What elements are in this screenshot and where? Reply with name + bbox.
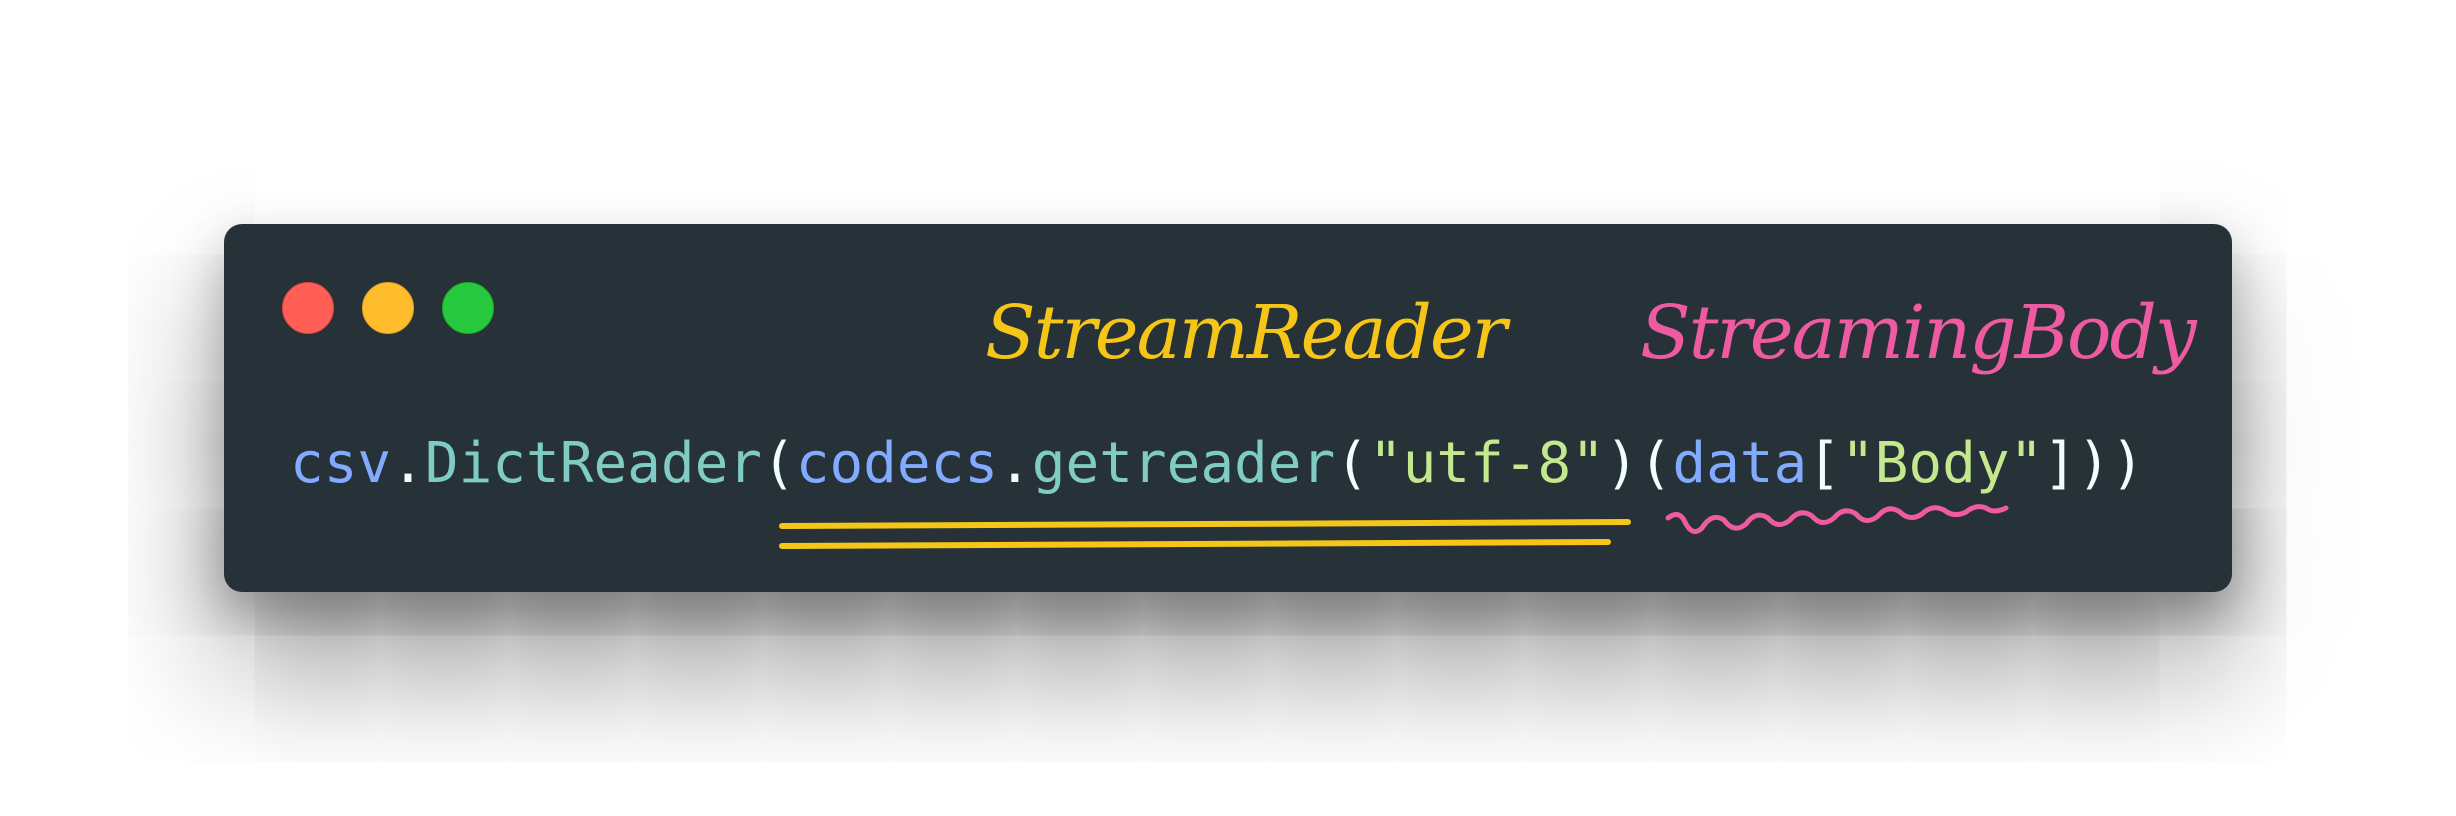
annotation-marks <box>779 504 2009 549</box>
yellow-underline-top <box>779 519 1631 529</box>
pink-squiggle <box>1665 504 2009 535</box>
yellow-underline-bottom <box>779 539 1611 549</box>
